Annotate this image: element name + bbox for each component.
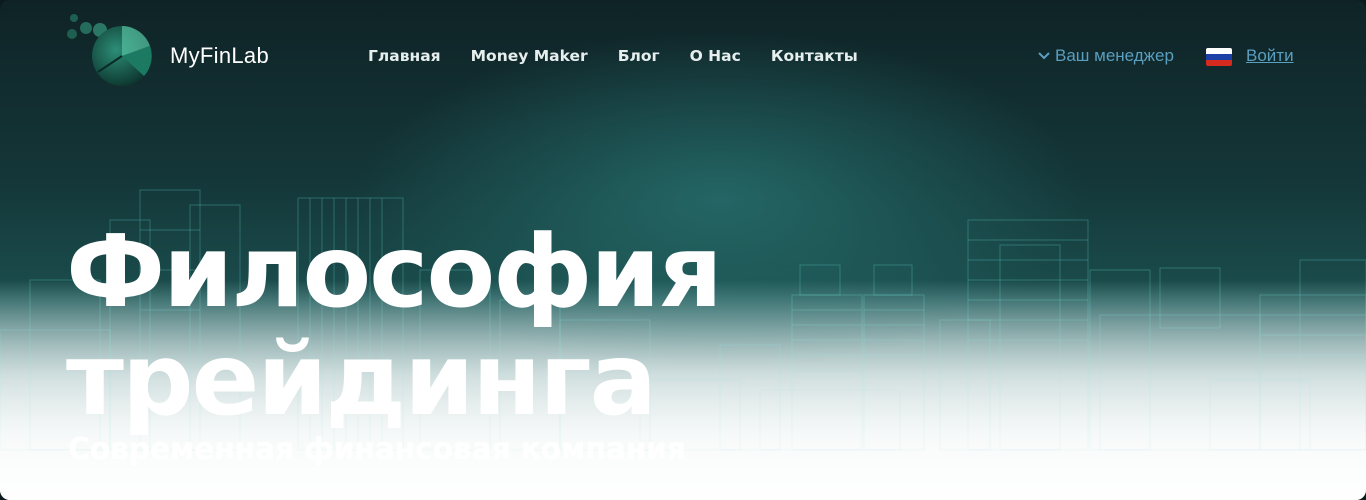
- nav-link-contacts[interactable]: Контакты: [771, 47, 858, 65]
- brand-name: MyFinLab: [170, 43, 269, 68]
- hero-title-line2: трейдинга: [66, 321, 657, 438]
- manager-label: Ваш менеджер: [1055, 46, 1174, 65]
- chevron-down-icon: [1038, 52, 1050, 60]
- nav-link-home[interactable]: Главная: [368, 47, 441, 65]
- site-header: MyFinLab Главная Money Maker Блог О Нас …: [0, 0, 1366, 115]
- nav-link-money-maker[interactable]: Money Maker: [471, 47, 588, 65]
- hero-subtitle: Современная финансовая компания: [68, 432, 686, 467]
- nav-link-blog[interactable]: Блог: [618, 47, 660, 65]
- hero-banner: MyFinLab Главная Money Maker Блог О Нас …: [0, 0, 1366, 500]
- login-link[interactable]: Войти: [1246, 46, 1294, 66]
- hero-title-line1: Философия: [66, 213, 723, 330]
- pie-chart-logo-icon: [67, 14, 152, 86]
- nav-link-about[interactable]: О Нас: [690, 47, 741, 65]
- manager-dropdown[interactable]: Ваш менеджер: [1037, 46, 1174, 66]
- hero-title: Философия трейдинга: [66, 213, 723, 438]
- main-nav: Главная Money Maker Блог О Нас Контакты: [368, 47, 858, 65]
- brand-logo[interactable]: MyFinLab: [66, 14, 269, 90]
- russian-flag-icon[interactable]: [1206, 48, 1232, 66]
